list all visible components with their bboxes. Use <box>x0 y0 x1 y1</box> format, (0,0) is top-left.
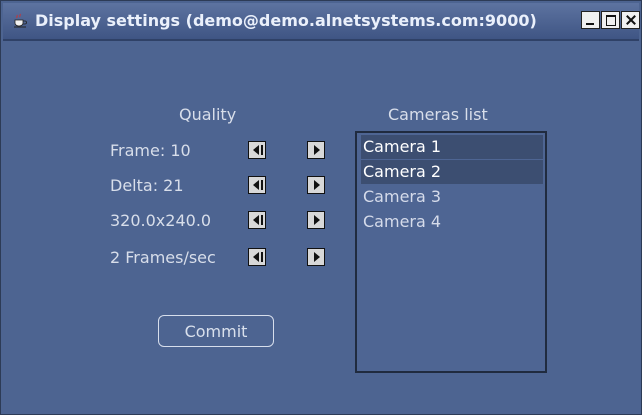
display-settings-window: Display settings (demo@demo.alnetsystems… <box>0 0 642 415</box>
frame-rate-decrease-button[interactable] <box>248 248 266 266</box>
frame-rate-increase-button[interactable] <box>307 248 325 266</box>
cameras-list-heading: Cameras list <box>388 105 488 124</box>
window-title: Display settings (demo@demo.alnetsystems… <box>35 11 537 30</box>
camera-list-item[interactable]: Camera 3 <box>361 185 543 209</box>
minimize-button[interactable] <box>581 11 600 29</box>
resolution-decrease-button[interactable] <box>248 211 266 229</box>
commit-button[interactable]: Commit <box>158 315 274 347</box>
camera-list-item[interactable]: Camera 2 <box>361 160 543 184</box>
delta-increase-button[interactable] <box>307 176 325 194</box>
frame-rate-setting-label: 2 Frames/sec <box>110 248 216 267</box>
delta-setting-label: Delta: 21 <box>110 176 184 195</box>
camera-list-item[interactable]: Camera 1 <box>361 135 543 159</box>
frame-increase-button[interactable] <box>307 141 325 159</box>
cameras-listbox[interactable]: Camera 1 Camera 2 Camera 3 Camera 4 <box>355 131 547 373</box>
close-button[interactable] <box>621 11 640 29</box>
java-cup-icon <box>14 13 27 28</box>
resolution-setting-label: 320.0x240.0 <box>110 211 212 230</box>
delta-decrease-button[interactable] <box>248 176 266 194</box>
resolution-increase-button[interactable] <box>307 211 325 229</box>
maximize-button[interactable] <box>601 11 620 29</box>
camera-list-item[interactable]: Camera 4 <box>361 210 543 234</box>
frame-decrease-button[interactable] <box>248 141 266 159</box>
frame-setting-label: Frame: 10 <box>110 141 191 160</box>
quality-heading: Quality <box>179 105 237 124</box>
title-bar[interactable]: Display settings (demo@demo.alnetsystems… <box>3 3 640 41</box>
